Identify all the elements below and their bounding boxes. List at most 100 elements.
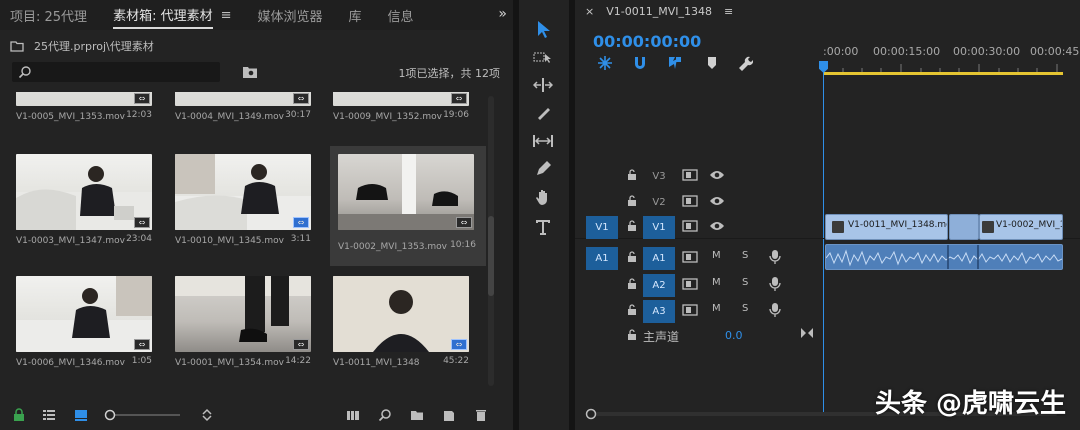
find-in-bin-icon[interactable] (242, 65, 258, 79)
lock-icon[interactable] (626, 278, 638, 290)
sync-lock-film-icon[interactable] (682, 278, 698, 290)
clip-thumbnail: ⇔ (16, 276, 152, 352)
clip-item[interactable]: ⇔ V1-0003_MVI_1347.mov 23:04 (16, 154, 170, 264)
lock-icon[interactable] (626, 169, 638, 181)
sync-lock-film-icon[interactable] (682, 195, 698, 207)
track-target-v1[interactable]: V1 (643, 216, 675, 239)
lock-icon[interactable] (626, 195, 638, 207)
pen-tool[interactable] (532, 158, 554, 180)
lock-icon[interactable] (626, 304, 638, 316)
clip-name: V1-0003_MVI_1347.mov (16, 236, 125, 246)
tab-menu-icon[interactable]: ≡ (221, 8, 232, 23)
bin-scrollbar[interactable] (488, 96, 494, 386)
clip-item-selected[interactable]: ⇔ V1-0002_MVI_1353.mov 10:16 (330, 146, 486, 266)
work-area-bar[interactable] (823, 72, 1063, 75)
new-item-icon[interactable] (442, 408, 456, 422)
bin-up-icon[interactable] (10, 40, 24, 52)
eye-icon[interactable] (709, 169, 725, 181)
track-select-tool[interactable] (532, 46, 554, 68)
microphone-icon[interactable] (769, 276, 781, 292)
lock-icon[interactable] (626, 329, 638, 341)
razor-tool[interactable] (532, 102, 554, 124)
automate-to-sequence-icon[interactable] (346, 408, 360, 422)
watermark: 头条 @虎啸云生 (874, 389, 1066, 419)
clip-item[interactable]: ⇔ V1-0005_MVI_1353.mov 12:03 (16, 92, 170, 140)
person-seated-image (175, 154, 311, 230)
clip-thumbnail: ⇔ (333, 276, 469, 352)
linked-selection-icon[interactable] (667, 55, 683, 71)
track-target-a1[interactable]: A1 (643, 247, 675, 270)
lock-icon[interactable] (626, 220, 638, 232)
go-to-end-icon[interactable] (800, 327, 814, 339)
clip-name: V1-0002_MVI_1353.mov (338, 242, 447, 252)
slip-tool[interactable] (532, 130, 554, 152)
sync-lock-film-icon[interactable] (682, 169, 698, 181)
tab-media-browser[interactable]: 媒体浏览器 (257, 6, 322, 25)
find-icon[interactable] (378, 408, 392, 422)
mute-button[interactable]: M (712, 303, 721, 314)
lock-icon[interactable] (12, 408, 26, 422)
track-target-v2[interactable]: V2 (643, 191, 675, 214)
solo-button[interactable]: S (742, 303, 748, 314)
clip-item[interactable]: ⇔ V1-0010_MVI_1345.mov 3:11 (175, 154, 329, 264)
clip-item[interactable]: ⇔ V1-0011_MVI_1348 45:22 (333, 276, 487, 386)
solo-button[interactable]: S (742, 250, 748, 261)
mute-button[interactable]: M (712, 250, 721, 261)
more-tabs-icon[interactable]: » (498, 6, 507, 22)
clip-item[interactable]: ⇔ V1-0004_MVI_1349.mov 30:17 (175, 92, 329, 140)
master-volume-value[interactable]: 0.0 (725, 329, 743, 342)
mute-button[interactable]: M (712, 277, 721, 288)
zoom-handle-left[interactable] (585, 408, 597, 420)
type-tool[interactable] (532, 216, 554, 238)
lock-icon[interactable] (626, 251, 638, 263)
tab-info[interactable]: 信息 (388, 6, 414, 25)
sort-icon[interactable] (200, 408, 214, 422)
bin-bottom-toolbar (0, 400, 513, 430)
ruler-ticks (823, 64, 1058, 72)
list-view-icon[interactable] (42, 408, 56, 422)
search-input[interactable] (12, 62, 220, 82)
tab-libraries[interactable]: 库 (349, 6, 362, 25)
source-patch-a1[interactable]: A1 (586, 247, 618, 270)
icon-view-icon[interactable] (74, 408, 88, 422)
track-target-v3[interactable]: V3 (643, 165, 675, 188)
new-bin-icon[interactable] (410, 408, 424, 422)
ripple-edit-tool[interactable] (532, 74, 554, 96)
clip-item[interactable]: ⇔ V1-0009_MVI_1352.mov 19:06 (333, 92, 487, 140)
track-target-a2[interactable]: A2 (643, 274, 675, 297)
clip-item[interactable]: ⇔ V1-0001_MVI_1354.mov 14:22 (175, 276, 329, 386)
sync-lock-film-icon[interactable] (682, 220, 698, 232)
hand-tool[interactable] (532, 186, 554, 208)
timeline-audio-clip[interactable] (825, 244, 1063, 270)
tab-project[interactable]: 项目: 25代理 (10, 6, 87, 25)
microphone-icon[interactable] (769, 302, 781, 318)
timeline-video-clip[interactable]: V1-0002_MVI_13 (979, 214, 1063, 240)
timeline-video-clip[interactable]: V1-0011_MVI_1348.mov (825, 214, 948, 240)
breadcrumb: 25代理.prproj\代理素材 (10, 36, 154, 56)
selection-tool[interactable] (532, 18, 554, 40)
source-patch-v1[interactable]: V1 (586, 216, 618, 239)
close-icon[interactable]: × (585, 5, 594, 18)
playhead-timecode[interactable]: 00:00:00:00 (593, 32, 701, 51)
zoom-slider[interactable] (104, 408, 184, 422)
sync-lock-film-icon[interactable] (682, 304, 698, 316)
add-marker-icon[interactable] (704, 55, 720, 71)
proxy-badge-icon: ⇔ (134, 217, 150, 228)
razor-icon (538, 108, 550, 120)
tab-bin[interactable]: 素材箱: 代理素材 (113, 5, 213, 29)
sequence-menu-icon[interactable]: ≡ (724, 5, 733, 18)
solo-button[interactable]: S (742, 277, 748, 288)
insert-nest-icon[interactable] (597, 55, 613, 71)
settings-wrench-icon[interactable] (737, 55, 753, 71)
eye-icon[interactable] (709, 195, 725, 207)
timeline-video-clip-gap[interactable] (949, 214, 979, 240)
track-target-a3[interactable]: A3 (643, 300, 675, 323)
snap-icon[interactable] (632, 55, 648, 71)
clip-item[interactable]: ⇔ V1-0006_MVI_1346.mov 1:05 (16, 276, 170, 386)
sync-lock-film-icon[interactable] (682, 251, 698, 263)
scrollbar-thumb[interactable] (488, 216, 494, 296)
sequence-tab[interactable]: × V1-0011_MVI_1348 ≡ (585, 5, 733, 18)
delete-icon[interactable] (474, 408, 488, 422)
microphone-icon[interactable] (769, 249, 781, 265)
eye-icon[interactable] (709, 220, 725, 232)
